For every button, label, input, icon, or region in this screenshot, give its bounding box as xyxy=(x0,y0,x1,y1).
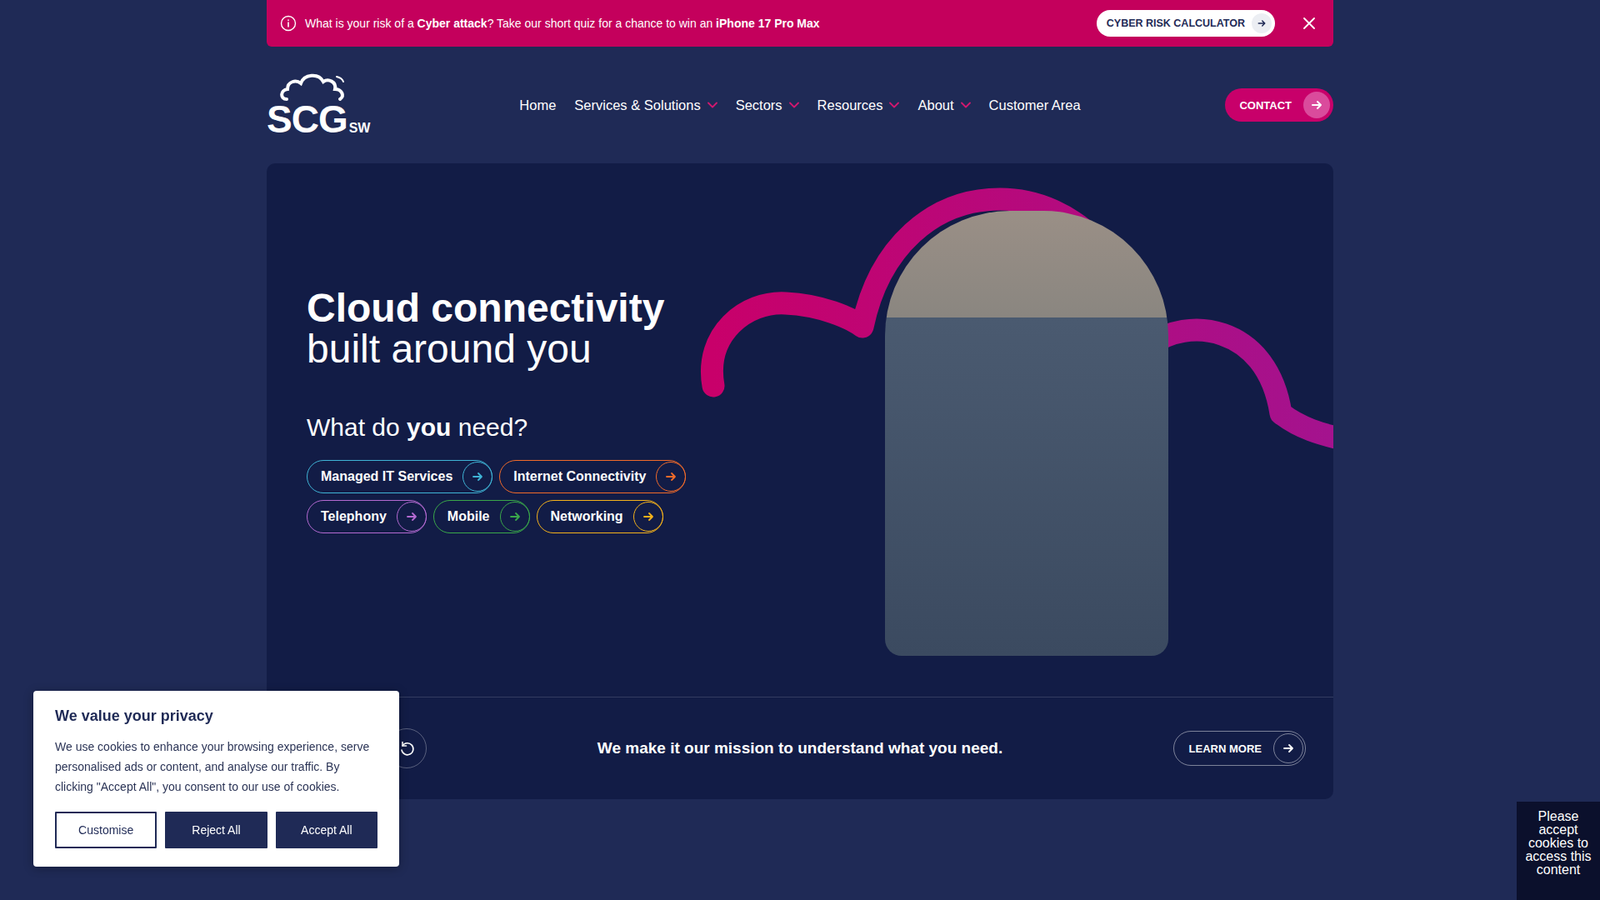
cookie-button[interactable]: Customise xyxy=(55,811,157,849)
chip-label: Telephony xyxy=(320,509,387,525)
promo-bar: What is your risk of a Cyber attack? Tak… xyxy=(266,0,1334,47)
chevron-down-icon xyxy=(789,101,800,109)
nav-label: Services & Solutions xyxy=(574,97,700,114)
hero: Cloud connectivitybuilt around you What d… xyxy=(266,163,1334,800)
mission-text: We make it our mission to understand wha… xyxy=(597,739,1003,758)
strip-right: LEARN MORE xyxy=(1002,730,1334,766)
logo-text: SCGSW xyxy=(266,100,370,139)
site-header: SCGSW Home Services & Solutions Sectors Reso… xyxy=(266,46,1334,164)
hero-title: Cloud connectivitybuilt around you xyxy=(306,288,800,370)
promo-text-part: ? Take our short quiz for a chance to wi… xyxy=(487,16,716,30)
arrow-icon xyxy=(633,501,664,532)
promo-message: What is your risk of a Cyber attack? Tak… xyxy=(280,15,820,32)
nav-label: Resources xyxy=(817,97,884,114)
cookie-button[interactable]: Accept All xyxy=(275,811,378,849)
chip-row: Managed IT Services Internet Connectivity xyxy=(306,460,800,494)
nav-label: Home xyxy=(519,97,556,114)
nav-label: About xyxy=(917,97,954,114)
arrow-icon xyxy=(1251,13,1272,34)
contact-button[interactable]: CONTACT xyxy=(1225,88,1334,122)
logo-main: SCG xyxy=(266,100,348,139)
chip-label: Mobile xyxy=(447,509,490,525)
question-part: need? xyxy=(450,413,528,441)
nav-item[interactable]: About xyxy=(917,92,970,119)
contact-label: CONTACT xyxy=(1239,99,1292,112)
chip-label: Internet Connectivity xyxy=(513,469,646,485)
nav-label: Sectors xyxy=(735,97,783,114)
learn-more-label: LEARN MORE xyxy=(1189,742,1262,755)
arrow-icon xyxy=(655,461,686,492)
promo-text: What is your risk of a Cyber attack? Tak… xyxy=(305,16,820,30)
mission-strip: We make it our mission to understand wha… xyxy=(266,696,1334,800)
hero-title-sub: built around you xyxy=(306,329,800,370)
service-chip[interactable]: Telephony xyxy=(306,500,427,534)
chevron-down-icon xyxy=(707,101,718,109)
hero-photo xyxy=(885,210,1169,656)
header-actions: CONTACT xyxy=(1080,88,1334,122)
service-chip[interactable]: Internet Connectivity xyxy=(499,460,686,494)
promo-text-part: iPhone 17 Pro Max xyxy=(715,16,820,30)
arrow-icon xyxy=(462,461,493,492)
nav-item[interactable]: Resources xyxy=(817,92,900,119)
main-nav: Home Services & Solutions Sectors Resources… xyxy=(519,92,1080,119)
nav-label: Customer Area xyxy=(989,97,1081,114)
service-chip[interactable]: Managed IT Services xyxy=(306,460,493,494)
chip-label: Networking xyxy=(550,509,624,525)
nav-item[interactable]: Sectors xyxy=(735,92,800,119)
question-part: What do xyxy=(306,413,407,441)
cookie-title: We value your privacy xyxy=(55,707,378,725)
cookie-buttons: CustomiseReject AllAccept All xyxy=(55,811,378,849)
promo-actions: CYBER RISK CALCULATOR xyxy=(1096,10,1319,37)
cookie-notice: Please accept cookies to access this con… xyxy=(1516,801,1600,900)
arrow-icon xyxy=(1303,91,1330,119)
chevron-down-icon xyxy=(889,101,900,109)
logo-sub: SW xyxy=(349,120,371,136)
close-button[interactable] xyxy=(1300,14,1319,33)
arrow-icon xyxy=(396,501,427,532)
chip-label: Managed IT Services xyxy=(320,469,453,485)
nav-item[interactable]: Home xyxy=(519,92,556,119)
close-icon xyxy=(1303,17,1315,30)
service-chip[interactable]: Networking xyxy=(536,500,664,534)
learn-more-button[interactable]: LEARN MORE xyxy=(1173,730,1306,766)
cyber-risk-button[interactable]: CYBER RISK CALCULATOR xyxy=(1096,10,1275,37)
chevron-down-icon xyxy=(960,101,971,109)
service-chip[interactable]: Mobile xyxy=(433,500,530,534)
hero-title-main: Cloud connectivity xyxy=(306,288,800,330)
promo-text-part: What is your risk of a xyxy=(305,16,418,30)
replay-icon xyxy=(398,740,415,757)
cookie-banner: We value your privacy We use cookies to e… xyxy=(33,690,400,867)
cookie-button[interactable]: Reject All xyxy=(165,811,267,849)
service-chips: Managed IT Services Internet Connectivity… xyxy=(306,460,800,534)
promo-text-part: Cyber attack xyxy=(417,16,488,30)
page-container: What is your risk of a Cyber attack? Tak… xyxy=(266,0,1334,850)
cyber-risk-label: CYBER RISK CALCULATOR xyxy=(1106,17,1245,30)
chip-row: Telephony Mobile Networking xyxy=(306,500,800,534)
info-icon xyxy=(280,15,297,32)
arrow-icon xyxy=(500,501,530,532)
nav-item[interactable]: Services & Solutions xyxy=(574,92,717,119)
nav-item[interactable]: Customer Area xyxy=(989,92,1081,119)
hero-question: What do you need? xyxy=(306,413,800,442)
hero-copy: Cloud connectivitybuilt around you What d… xyxy=(266,163,800,697)
cloud-logo-icon xyxy=(278,71,349,102)
hero-visual xyxy=(800,163,1334,697)
question-part: you xyxy=(406,413,451,441)
page: What is your risk of a Cyber attack? Tak… xyxy=(0,0,1600,900)
cookie-body: We use cookies to enhance your browsing … xyxy=(55,736,378,797)
logo[interactable]: SCGSW xyxy=(266,71,384,139)
arrow-icon xyxy=(1273,733,1304,764)
hero-main: Cloud connectivitybuilt around you What d… xyxy=(266,163,1334,697)
